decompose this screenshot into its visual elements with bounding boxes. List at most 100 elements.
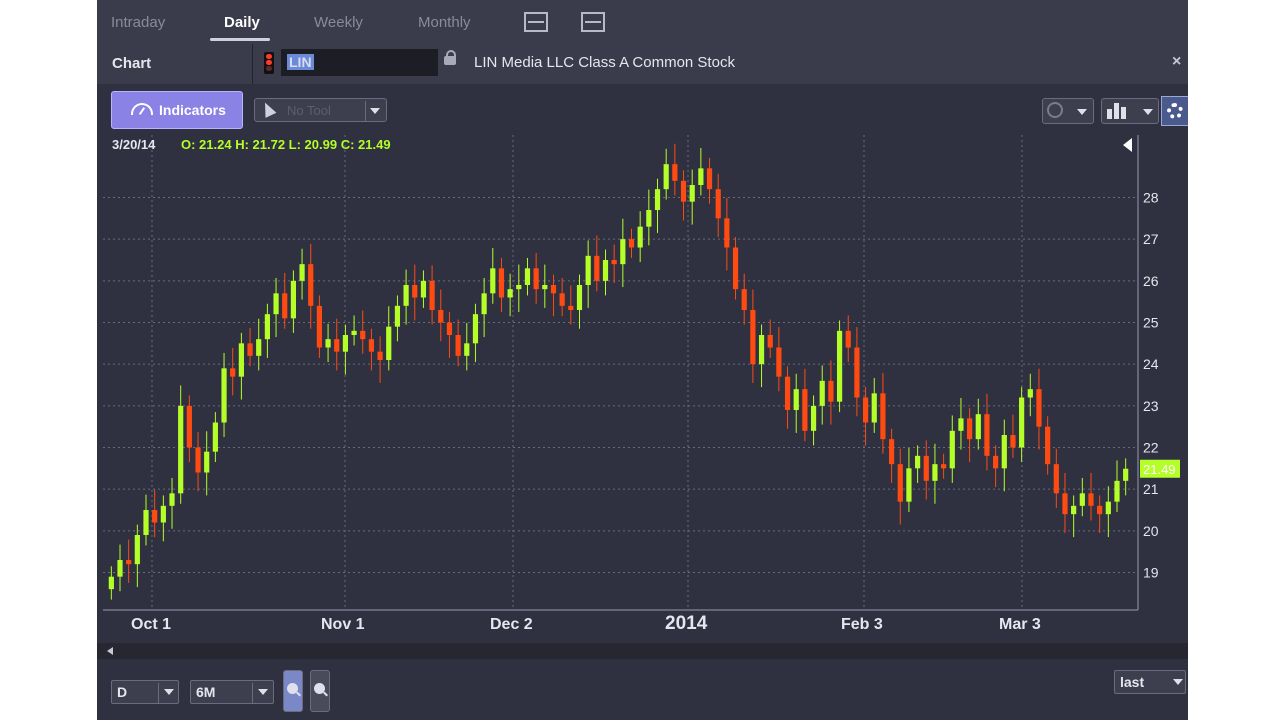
zoom-out-button[interactable] <box>310 670 330 712</box>
ohlc-date: 3/20/14 <box>112 137 156 152</box>
candle-body <box>368 339 375 352</box>
candle-body <box>490 268 496 294</box>
gauge-icon <box>131 103 153 115</box>
candle-body <box>542 285 548 290</box>
indicators-button[interactable]: Indicators <box>111 91 243 129</box>
candle-body <box>628 239 635 248</box>
candle-body <box>585 255 591 285</box>
candle-body <box>1123 468 1129 481</box>
candle-body <box>750 310 756 365</box>
candle-body <box>1019 397 1025 448</box>
candle-body <box>429 280 435 310</box>
candle-body <box>143 510 149 535</box>
crosshair-dropdown[interactable] <box>1042 98 1094 124</box>
candle-body <box>360 330 366 340</box>
candle-body <box>637 226 643 248</box>
candle-body <box>1114 480 1120 502</box>
candle-body <box>273 293 279 315</box>
globe-icon <box>1047 102 1063 118</box>
candle-body <box>446 322 453 335</box>
dropdown-separator <box>252 683 253 703</box>
chart-scrollbar[interactable] <box>97 643 1188 659</box>
interval-value: D <box>117 684 128 700</box>
y-tick-label: 25 <box>1143 315 1159 331</box>
candle-body <box>438 310 444 323</box>
candle-body <box>1010 435 1016 448</box>
price-type-value: last <box>1120 674 1145 690</box>
chevron-down-icon <box>1173 679 1183 685</box>
candle-body <box>1105 501 1111 515</box>
candle-body <box>568 305 574 310</box>
collapse-arrow-icon[interactable] <box>1123 138 1132 152</box>
candle-body <box>342 335 349 352</box>
candle-body <box>646 210 652 227</box>
candle-body <box>195 447 201 473</box>
candle-body <box>559 293 565 306</box>
candle-body <box>602 260 609 281</box>
candle-body <box>741 289 747 310</box>
candle-body <box>1027 389 1033 398</box>
price-type-dropdown[interactable]: last <box>1114 670 1186 694</box>
chevron-down-icon <box>1143 109 1153 115</box>
candle-body <box>611 260 617 265</box>
candle-body <box>481 293 487 315</box>
candle-body <box>767 335 773 348</box>
candle-body <box>715 189 721 219</box>
interval-dropdown[interactable]: D <box>111 680 179 704</box>
candle-body <box>238 343 244 377</box>
candle-body <box>377 351 383 360</box>
candle-body <box>256 339 262 356</box>
candle-body <box>663 164 669 190</box>
range-dropdown[interactable]: 6M <box>190 680 274 704</box>
candle-body <box>732 247 739 290</box>
candle-body <box>1088 493 1094 506</box>
candle-body <box>230 368 236 377</box>
x-tick-label: Mar 3 <box>999 616 1041 633</box>
candle-body <box>975 414 981 440</box>
y-tick-label: 21 <box>1143 481 1159 497</box>
candle-body <box>516 285 522 290</box>
candle-body <box>351 330 357 335</box>
candle-body <box>204 451 210 473</box>
candle-body <box>620 239 626 265</box>
candle-body <box>698 168 704 185</box>
candle-body <box>880 393 886 440</box>
candle-body <box>862 397 869 423</box>
candle-body <box>888 439 895 465</box>
candle-body <box>1071 505 1077 515</box>
indicators-label: Indicators <box>159 102 226 118</box>
candle-body <box>290 280 296 319</box>
candle-body <box>802 389 808 431</box>
candle-body <box>316 305 323 348</box>
candle-body <box>386 326 392 360</box>
candle-body <box>932 464 938 481</box>
candle-body <box>412 285 418 298</box>
chevron-down-icon <box>370 108 380 114</box>
candle-body <box>325 339 331 348</box>
candle-body <box>403 285 409 306</box>
candle-body <box>845 330 851 348</box>
zoom-in-button[interactable] <box>283 670 303 712</box>
candle-body <box>394 305 401 327</box>
candle-body <box>854 347 860 398</box>
candle-body <box>828 380 834 402</box>
candle-body <box>134 535 140 565</box>
candle-body <box>299 264 305 281</box>
y-tick-label: 28 <box>1143 190 1159 206</box>
x-tick-label: Dec 2 <box>490 616 533 633</box>
x-tick-label: Oct 1 <box>131 616 172 633</box>
chart-style-dropdown[interactable] <box>1101 98 1159 124</box>
x-tick-label: Feb 3 <box>841 616 883 633</box>
candle-body <box>941 464 947 469</box>
drawing-tool-dropdown[interactable]: No Tool <box>254 98 387 122</box>
scroll-left-icon[interactable] <box>107 647 113 655</box>
y-tick-label: 22 <box>1143 440 1159 456</box>
candle-body <box>108 576 114 590</box>
candle-body <box>776 347 782 377</box>
candle-body <box>152 510 158 523</box>
candle-body <box>819 380 825 406</box>
magnifier-icon <box>314 683 325 694</box>
candle-body <box>680 180 687 202</box>
settings-button[interactable] <box>1161 96 1188 126</box>
dropdown-separator <box>365 101 366 121</box>
